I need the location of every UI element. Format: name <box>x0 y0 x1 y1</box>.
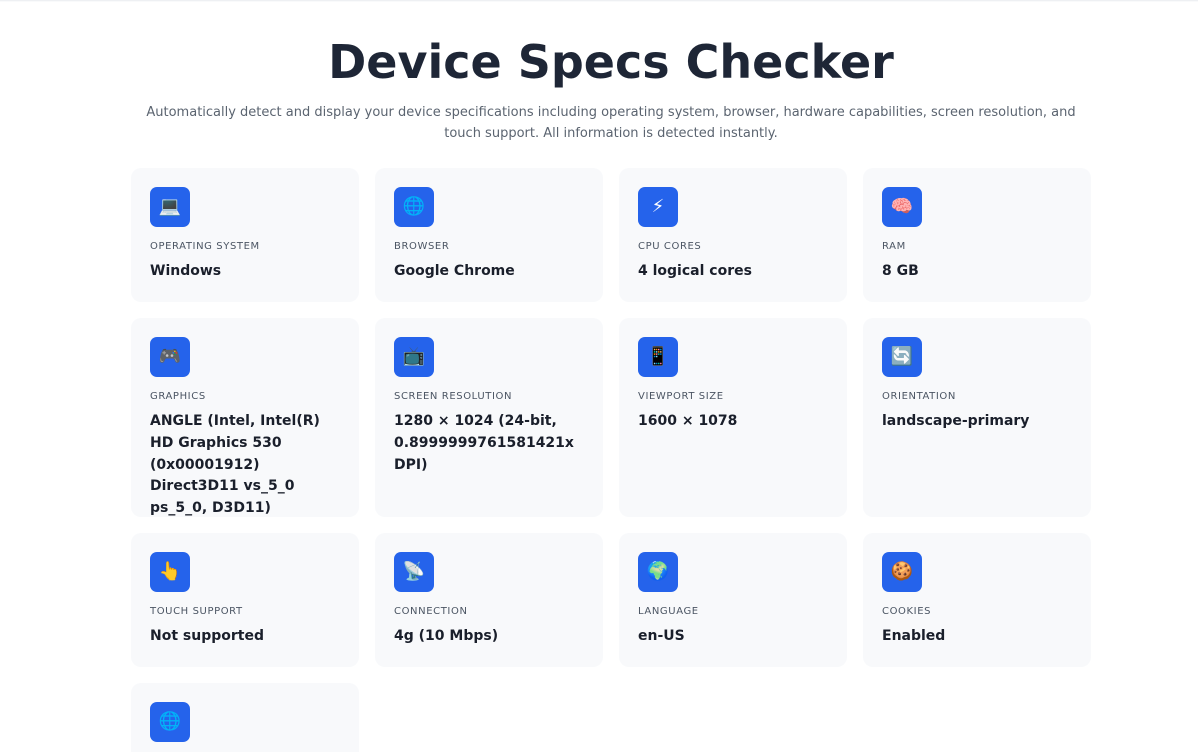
card-label: RAM <box>882 241 906 252</box>
card-ram: 🧠 RAM 8 GB <box>863 168 1091 302</box>
mobile-phone-icon: 📱 <box>638 337 678 377</box>
card-orientation: 🔄 ORIENTATION landscape-primary <box>863 318 1091 517</box>
card-label: OPERATING SYSTEM <box>150 241 260 252</box>
card-value: 8 GB <box>882 263 919 279</box>
card-value: 4g (10 Mbps) <box>394 628 499 644</box>
satellite-dish-icon: 📡 <box>394 552 434 592</box>
card-operating-system: 💻 OPERATING SYSTEM Windows <box>131 168 359 302</box>
globe-icon: 🌐 <box>394 187 434 227</box>
card-value: Google Chrome <box>394 263 515 279</box>
card-screen-resolution: 📺 SCREEN RESOLUTION 1280 × 1024 (24-bit,… <box>375 318 603 517</box>
card-label: LANGUAGE <box>638 606 699 617</box>
card-value: landscape-primary <box>882 413 1030 429</box>
earth-icon: 🌍 <box>638 552 678 592</box>
card-label: VIEWPORT SIZE <box>638 391 724 402</box>
card-label: SCREEN RESOLUTION <box>394 391 513 402</box>
card-label: GRAPHICS <box>150 391 206 402</box>
game-controller-icon: 🎮 <box>150 337 190 377</box>
card-touch-support: 👆 TOUCH SUPPORT Not supported <box>131 533 359 667</box>
brain-icon: 🧠 <box>882 187 922 227</box>
card-label: BROWSER <box>394 241 450 252</box>
rotate-icon: 🔄 <box>882 337 922 377</box>
card-label: COOKIES <box>882 606 932 617</box>
pointing-finger-icon: 👆 <box>150 552 190 592</box>
page-subtitle: Automatically detect and display your de… <box>146 105 1076 141</box>
card-label: ORIENTATION <box>882 391 956 402</box>
laptop-icon: 💻 <box>150 187 190 227</box>
lightning-icon: ⚡ <box>638 187 678 227</box>
card-value: 4 logical cores <box>638 263 752 279</box>
card-language: 🌍 LANGUAGE en-US <box>619 533 847 667</box>
page: Device Specs Checker Automatically detec… <box>0 0 1198 752</box>
card-label: CPU CORES <box>638 241 702 252</box>
card-value: ANGLE (Intel, Intel(R) HD Graphics 530 (… <box>150 413 320 517</box>
card-label: TOUCH SUPPORT <box>150 606 243 617</box>
card-value: Enabled <box>882 628 946 644</box>
page-title: Device Specs Checker <box>328 35 894 89</box>
card-cpu-cores: ⚡ CPU CORES 4 logical cores <box>619 168 847 302</box>
card-cookies: 🍪 COOKIES Enabled <box>863 533 1091 667</box>
card-viewport-size: 📱 VIEWPORT SIZE 1600 × 1078 <box>619 318 847 517</box>
card-value: Not supported <box>150 628 264 644</box>
globe-icon: 🌐 <box>150 702 190 742</box>
cookie-icon: 🍪 <box>882 552 922 592</box>
television-icon: 📺 <box>394 337 434 377</box>
card-value: Windows <box>150 263 222 279</box>
card-browser: 🌐 BROWSER Google Chrome <box>375 168 603 302</box>
card-value: 1600 × 1078 <box>638 413 738 429</box>
card-value: 1280 × 1024 (24-bit, 0.8999999761581421x… <box>394 413 574 473</box>
card-value: en-US <box>638 628 685 644</box>
card-connection: 📡 CONNECTION 4g (10 Mbps) <box>375 533 603 667</box>
card-graphics: 🎮 GRAPHICS ANGLE (Intel, Intel(R) HD Gra… <box>131 318 359 517</box>
card-partial: 🌐 <box>131 683 359 752</box>
card-label: CONNECTION <box>394 606 468 617</box>
